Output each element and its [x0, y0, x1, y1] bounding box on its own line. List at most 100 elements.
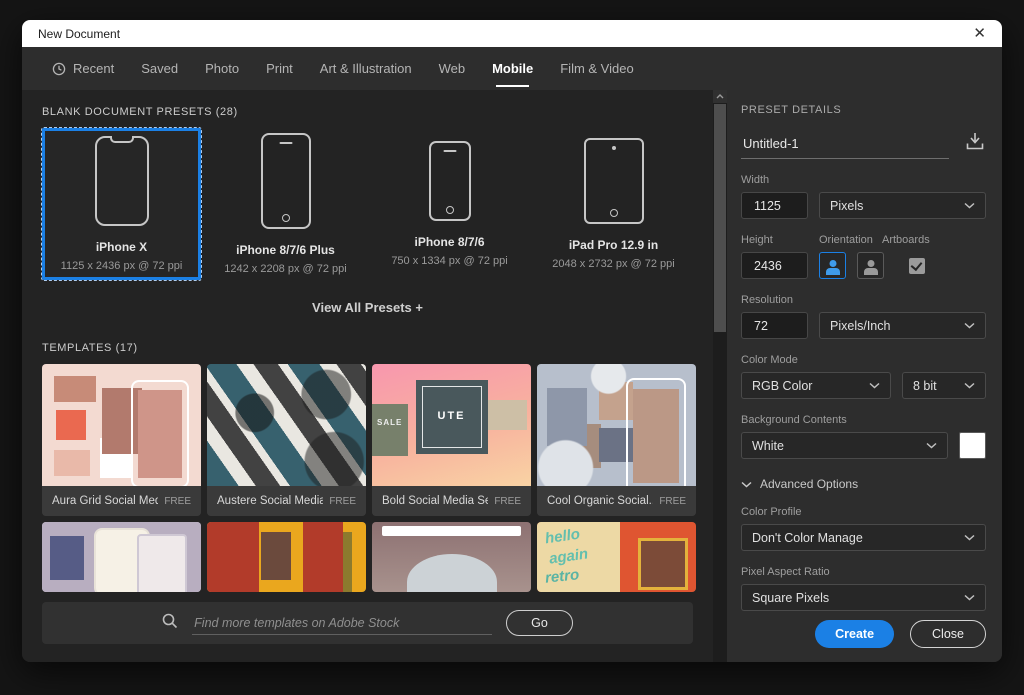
orientation-landscape-button[interactable]	[857, 252, 884, 279]
template-badge: FREE	[494, 496, 521, 507]
scrollbar[interactable]	[713, 90, 727, 662]
screen: New Document ✕ Recent Saved Photo Print …	[0, 0, 1024, 695]
width-row: Pixels	[741, 192, 986, 219]
tab-film-video[interactable]: Film & Video	[560, 47, 633, 90]
width-unit-dropdown[interactable]: Pixels	[819, 192, 986, 219]
template-badge: FREE	[659, 496, 686, 507]
template-thumbnail	[372, 522, 531, 592]
go-button[interactable]: Go	[506, 610, 573, 636]
tab-recent[interactable]: Recent	[52, 47, 114, 90]
preset-dimensions: 1125 x 2436 px @ 72 ppi	[61, 260, 183, 272]
width-unit-value: Pixels	[830, 199, 863, 213]
resolution-input[interactable]	[741, 312, 808, 339]
color-mode-dropdown[interactable]: RGB Color	[741, 372, 891, 399]
preset-card-iphone[interactable]: iPhone 8/7/6 750 x 1334 px @ 72 ppi	[370, 128, 529, 280]
height-label: Height	[741, 234, 819, 246]
template-label-bar: Austere Social Media... FREE	[207, 486, 366, 516]
template-card[interactable]: Cool Organic Social... FREE	[537, 364, 696, 516]
tab-print[interactable]: Print	[266, 47, 293, 90]
view-all-presets-link[interactable]: View All Presets +	[42, 300, 693, 318]
artboards-label: Artboards	[882, 234, 930, 246]
tab-saved[interactable]: Saved	[141, 47, 178, 90]
template-card[interactable]	[207, 522, 366, 592]
stock-search-input[interactable]	[192, 612, 492, 635]
template-thumbnail	[537, 364, 696, 486]
preset-dimensions: 750 x 1334 px @ 72 ppi	[391, 255, 507, 267]
chevron-down-icon	[964, 534, 975, 541]
artboards-checkbox[interactable]	[909, 258, 925, 274]
template-thumbnail	[207, 364, 366, 486]
tab-web[interactable]: Web	[439, 47, 466, 90]
adobe-stock-search-bar: Go	[42, 602, 693, 644]
close-icon[interactable]: ✕	[973, 26, 986, 41]
width-input[interactable]	[741, 192, 808, 219]
close-button[interactable]: Close	[910, 620, 986, 648]
template-card[interactable]	[42, 522, 201, 592]
resolution-row: Pixels/Inch	[741, 312, 986, 339]
template-card[interactable]: helloagainretro	[537, 522, 696, 592]
template-name: Aura Grid Social Med...	[52, 495, 158, 507]
template-thumbnail	[207, 522, 366, 592]
resolution-unit-dropdown[interactable]: Pixels/Inch	[819, 312, 986, 339]
chevron-down-icon	[964, 594, 975, 601]
preset-details-panel: PRESET DETAILS Width Pixels He	[727, 90, 1002, 662]
presets-header: BLANK DOCUMENT PRESETS (28)	[42, 106, 693, 118]
chevron-down-icon	[926, 442, 937, 449]
dialog-action-buttons: Create Close	[815, 620, 986, 648]
resolution-label: Resolution	[741, 294, 986, 306]
pixel-aspect-ratio-dropdown[interactable]: Square Pixels	[741, 584, 986, 611]
dialog-body: BLANK DOCUMENT PRESETS (28) iPhone X 112…	[22, 90, 1002, 662]
background-contents-dropdown[interactable]: White	[741, 432, 948, 459]
template-thumbnail	[42, 364, 201, 486]
scrollbar-thumb[interactable]	[714, 104, 726, 332]
orientation-portrait-button[interactable]	[819, 252, 846, 279]
preset-dimensions: 1242 x 2208 px @ 72 ppi	[224, 263, 346, 275]
preset-name: iPhone 8/7/6	[414, 235, 484, 249]
dialog-titlebar: New Document ✕	[22, 20, 1002, 47]
background-contents-value: White	[752, 439, 784, 453]
background-color-swatch[interactable]	[959, 432, 986, 459]
template-card[interactable]: Aura Grid Social Med... FREE	[42, 364, 201, 516]
color-mode-row: RGB Color 8 bit	[741, 372, 986, 399]
template-card[interactable]: Austere Social Media... FREE	[207, 364, 366, 516]
chevron-down-icon	[741, 481, 752, 488]
template-thumbnail: helloagainretro	[537, 522, 696, 592]
preset-name: iPhone X	[96, 240, 147, 254]
chevron-down-icon	[964, 202, 975, 209]
background-contents-row: White	[741, 432, 986, 459]
color-mode-value: RGB Color	[752, 379, 812, 393]
preset-card-ipad[interactable]: iPad Pro 12.9 in 2048 x 2732 px @ 72 ppi	[534, 128, 693, 280]
preset-card-iphone-plus[interactable]: iPhone 8/7/6 Plus 1242 x 2208 px @ 72 pp…	[206, 128, 365, 280]
device-icon	[584, 138, 644, 224]
document-name-input[interactable]	[741, 132, 949, 159]
bit-depth-dropdown[interactable]: 8 bit	[902, 372, 986, 399]
height-input[interactable]	[741, 252, 808, 279]
save-preset-icon[interactable]	[964, 130, 986, 157]
template-name: Bold Social Media Set	[382, 495, 488, 507]
device-icon	[429, 141, 471, 221]
preset-card-iphone-x[interactable]: iPhone X 1125 x 2436 px @ 72 ppi	[42, 128, 201, 280]
preset-name: iPhone 8/7/6 Plus	[236, 243, 335, 257]
search-icon	[162, 613, 178, 634]
color-profile-value: Don't Color Manage	[752, 531, 863, 545]
tab-art-illustration[interactable]: Art & Illustration	[320, 47, 412, 90]
color-profile-row: Don't Color Manage	[741, 524, 986, 551]
template-card[interactable]: SALEUTE Bold Social Media Set FREE	[372, 364, 531, 516]
thumbnail-text: SALE	[377, 418, 402, 427]
clock-icon	[52, 62, 66, 76]
scroll-up-arrow-icon[interactable]	[713, 90, 727, 103]
create-button[interactable]: Create	[815, 620, 894, 648]
landscape-person-icon	[864, 260, 878, 275]
pixel-aspect-ratio-row: Square Pixels	[741, 584, 986, 611]
advanced-options-toggle[interactable]: Advanced Options	[741, 477, 986, 491]
resolution-unit-value: Pixels/Inch	[830, 319, 890, 333]
color-profile-dropdown[interactable]: Don't Color Manage	[741, 524, 986, 551]
template-card[interactable]	[372, 522, 531, 592]
height-row	[741, 252, 986, 279]
tab-mobile[interactable]: Mobile	[492, 47, 533, 90]
tab-photo[interactable]: Photo	[205, 47, 239, 90]
content-area: BLANK DOCUMENT PRESETS (28) iPhone X 112…	[22, 90, 713, 662]
document-name-row	[741, 130, 986, 159]
template-name: Austere Social Media...	[217, 495, 323, 507]
color-profile-label: Color Profile	[741, 506, 986, 518]
